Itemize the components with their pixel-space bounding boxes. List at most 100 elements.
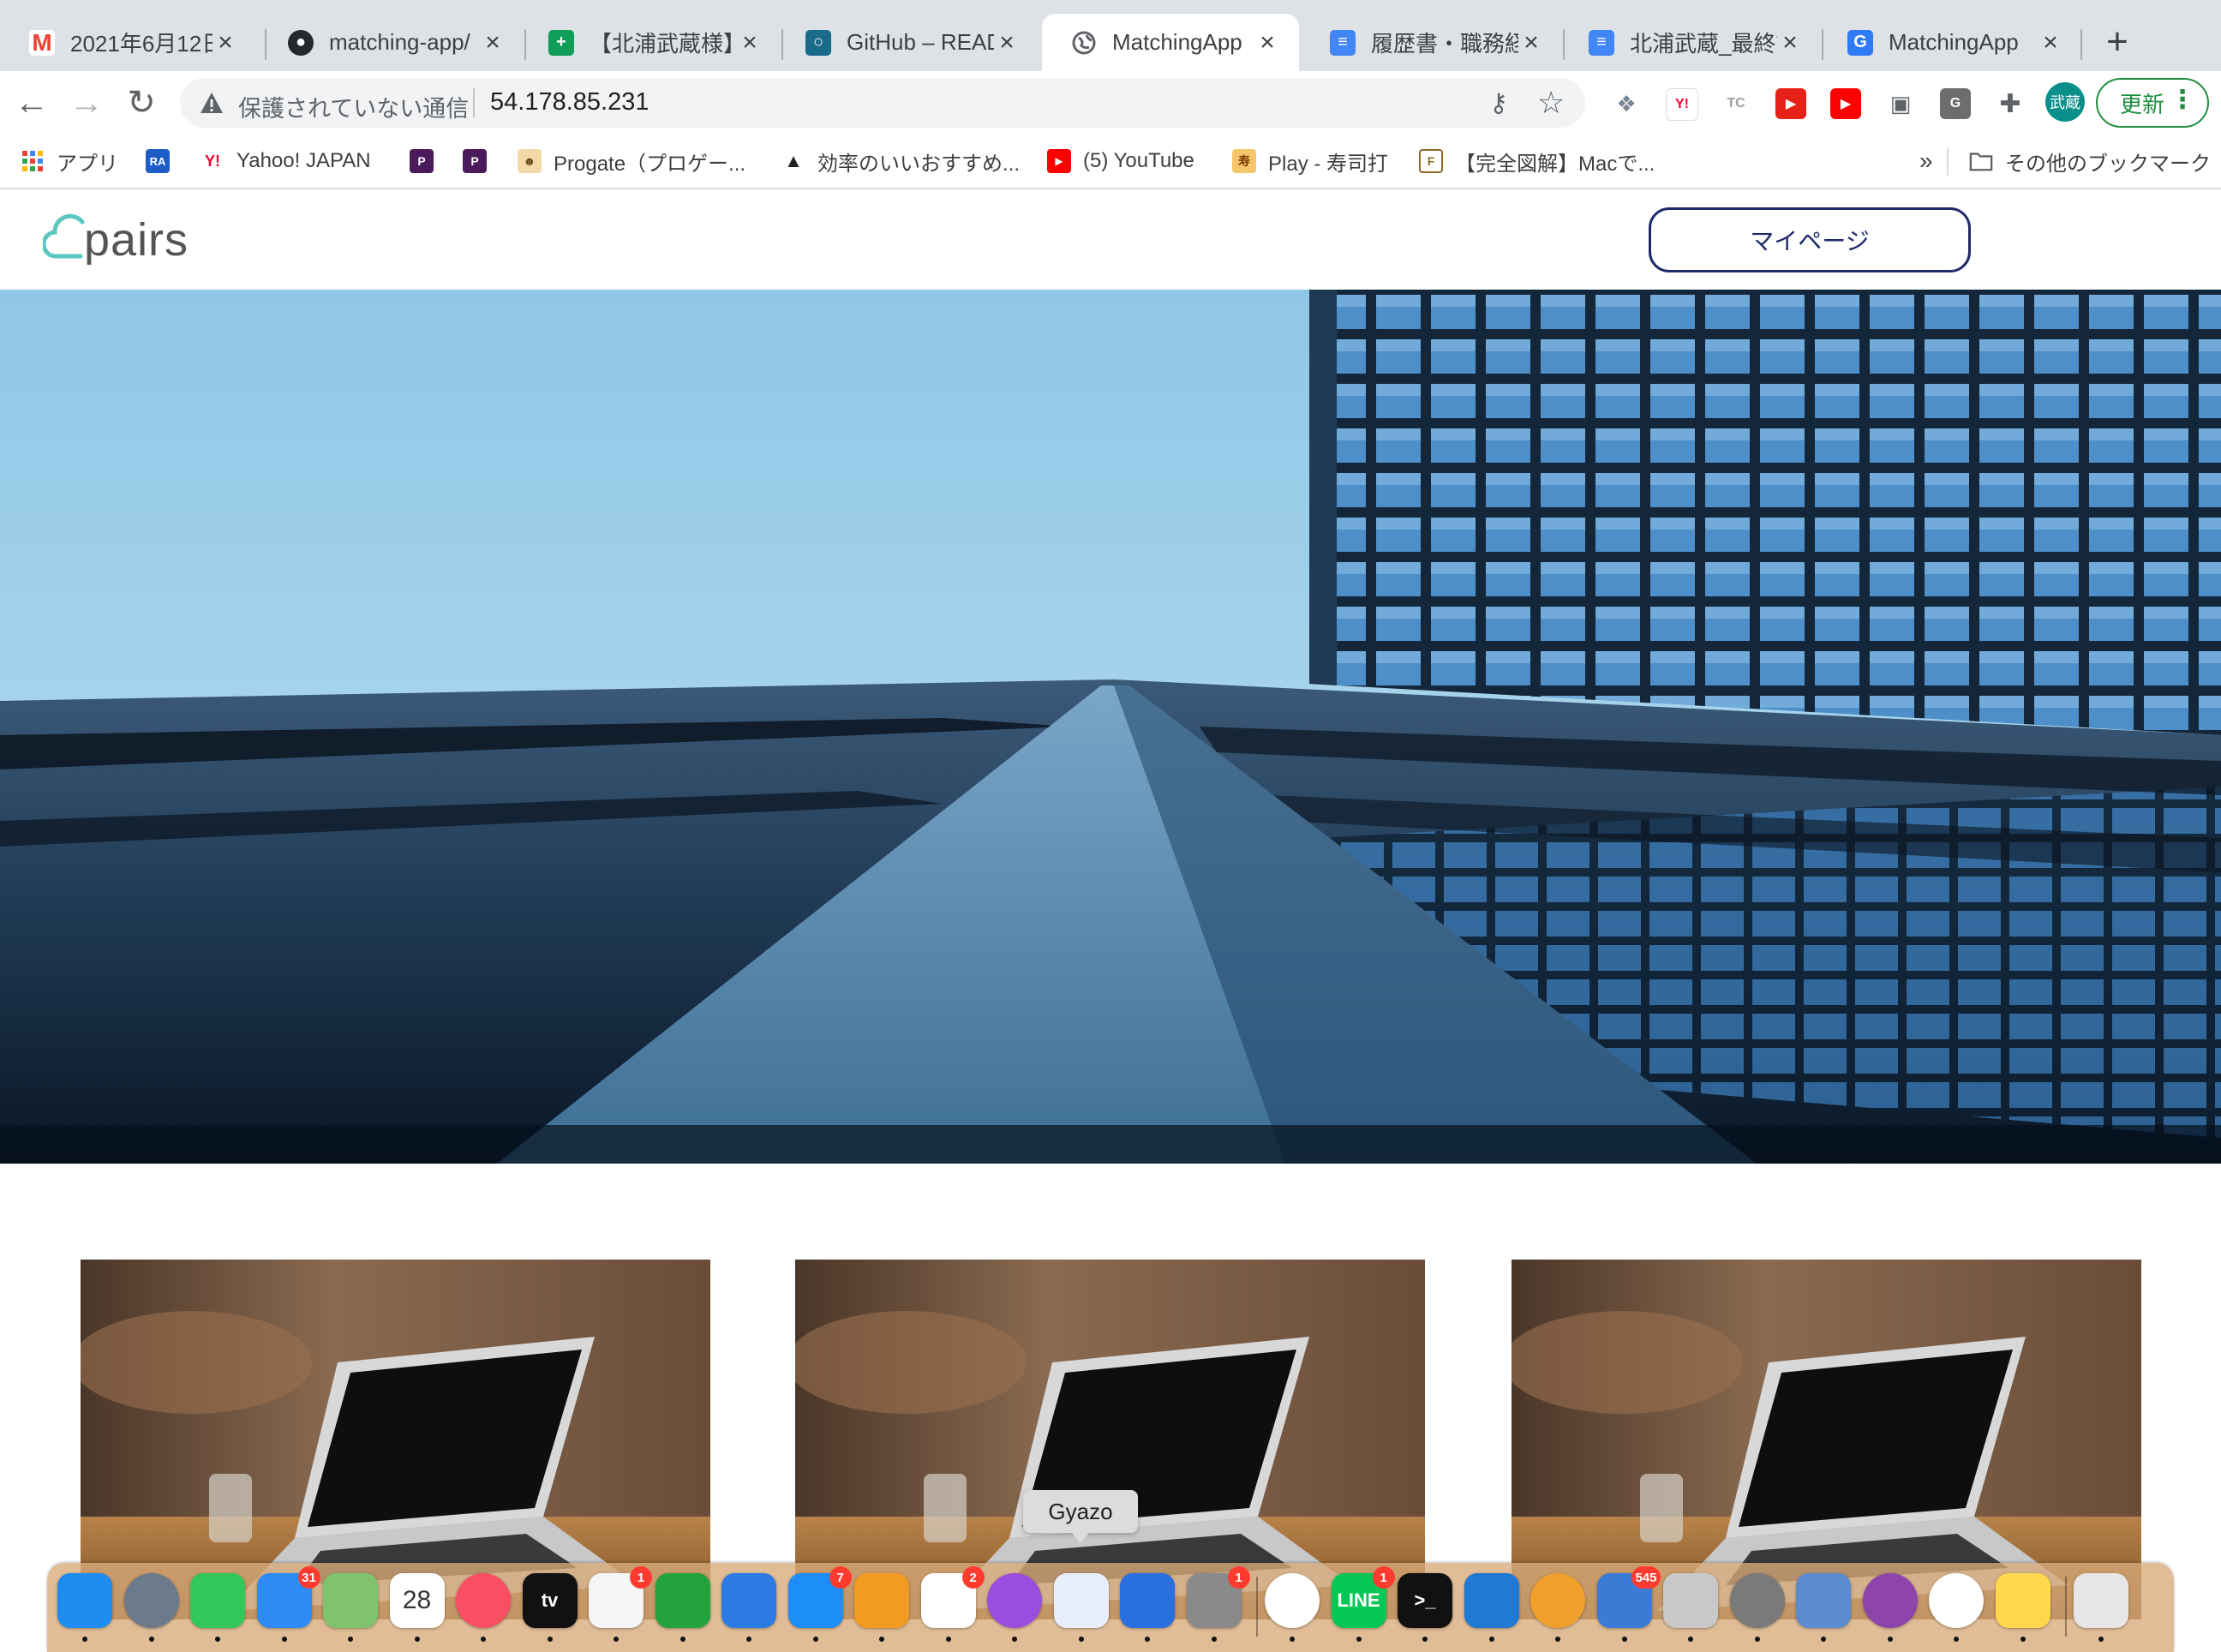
tableplus-icon[interactable]: [1729, 1573, 1785, 1628]
close-icon[interactable]: ×: [1777, 29, 1803, 56]
bookmark-mac-guide[interactable]: F 【完全図解】Macで...: [1419, 147, 1655, 176]
bookmark-progate[interactable]: ☻ Progate（プロゲー...: [518, 147, 745, 176]
back-button[interactable]: ←: [12, 83, 51, 123]
running-indicator: [82, 1637, 87, 1642]
pairs-logo[interactable]: pairs: [43, 206, 214, 266]
close-icon[interactable]: ×: [994, 29, 1020, 56]
reload-button[interactable]: ↻: [122, 83, 161, 123]
tab-matchingapp-gyazo[interactable]: G MatchingApp ×: [1818, 14, 2082, 71]
bookmark-sushida[interactable]: 寿 Play - 寿司打: [1232, 147, 1388, 176]
key-icon[interactable]: ⚷: [1489, 88, 1508, 118]
xcode-like-icon[interactable]: [1120, 1573, 1175, 1628]
trash-icon[interactable]: [2074, 1573, 2128, 1628]
running-indicator: [1488, 1637, 1494, 1642]
sequel-icon[interactable]: [1530, 1573, 1585, 1628]
close-icon[interactable]: ×: [1254, 29, 1280, 56]
close-icon[interactable]: ×: [737, 29, 763, 56]
hero-image: [0, 290, 2221, 1164]
bookmark-ra[interactable]: RA: [146, 147, 182, 176]
maps-icon[interactable]: [323, 1573, 378, 1628]
address-bar[interactable]: 保護されていない通信 54.178.85.231 ⚷ ☆: [180, 78, 1585, 128]
dock-separator: [2065, 1577, 2067, 1637]
more-vert-icon[interactable]: ⋮: [2170, 85, 2195, 115]
calendar-icon[interactable]: 28: [389, 1573, 445, 1628]
yahoo-icon: Y!: [205, 152, 220, 170]
terminal-icon[interactable]: >_: [1398, 1573, 1452, 1628]
vscode-icon[interactable]: [1464, 1573, 1519, 1628]
youtube-ext-icon[interactable]: ▶: [1775, 88, 1806, 119]
keynote-icon[interactable]: [721, 1573, 776, 1628]
app-store-icon[interactable]: 7: [787, 1566, 852, 1628]
slack-icon[interactable]: 2: [920, 1566, 985, 1628]
github-desktop-icon[interactable]: [1862, 1573, 1918, 1628]
reminders-icon[interactable]: 1: [589, 1566, 652, 1628]
apple-tv-icon[interactable]: tv: [522, 1573, 578, 1628]
close-icon[interactable]: ×: [1518, 29, 1544, 56]
running-indicator: [1211, 1637, 1217, 1642]
music-icon[interactable]: [456, 1573, 511, 1628]
tab-github[interactable]: ● matching-app/ ×: [259, 14, 524, 71]
warning-icon[interactable]: [199, 90, 224, 116]
bookmark-p2[interactable]: P: [463, 147, 499, 176]
url-text[interactable]: 54.178.85.231: [490, 88, 649, 117]
chrome-icon[interactable]: [1265, 1573, 1320, 1628]
bookmark-p1[interactable]: P: [410, 147, 446, 176]
tab-title: MatchingApp: [1889, 29, 2019, 55]
notification-badge: 1: [630, 1566, 652, 1589]
numbers-icon[interactable]: [655, 1573, 710, 1628]
keychain-icon[interactable]: [1663, 1573, 1718, 1628]
g-ext-icon[interactable]: G: [1940, 88, 1971, 119]
new-tab-button[interactable]: +: [2096, 22, 2139, 65]
youtube-ext-icon-2[interactable]: ▶: [1830, 88, 1861, 119]
profile-avatar[interactable]: 武蔵: [2045, 82, 2085, 122]
messages-icon[interactable]: 31: [256, 1566, 320, 1628]
tc-icon[interactable]: TC: [1721, 88, 1751, 119]
tab-docs-final[interactable]: ≡ 北浦武蔵_最終課 ×: [1559, 14, 1822, 71]
tab-sheets[interactable]: + 【北浦武蔵様】新 ×: [519, 14, 781, 71]
facetime-icon[interactable]: [190, 1573, 245, 1628]
yahoo-ext-icon[interactable]: Y!: [1666, 88, 1698, 121]
system-preferences-icon[interactable]: 1: [1186, 1566, 1250, 1628]
close-icon[interactable]: ×: [480, 29, 506, 56]
running-indicator: [1954, 1637, 1959, 1642]
cast-icon[interactable]: ▣: [1885, 88, 1916, 119]
dropbox-icon[interactable]: ❖: [1611, 88, 1642, 119]
security-label[interactable]: 保護されていない通信: [238, 90, 469, 123]
logo-text: pairs: [84, 214, 189, 266]
launchpad-icon[interactable]: [123, 1573, 179, 1628]
line-icon-text: LINE: [1337, 1589, 1380, 1611]
other-bookmarks[interactable]: その他のブックマーク: [1969, 147, 2211, 176]
running-indicator: [1821, 1637, 1826, 1642]
photos-icon[interactable]: [1929, 1573, 1984, 1628]
tab-gmail[interactable]: M 2021年6月12日 ×: [0, 14, 257, 71]
close-icon[interactable]: ×: [213, 29, 238, 56]
line-icon[interactable]: LINE 1: [1331, 1566, 1395, 1628]
finder-icon[interactable]: [57, 1573, 112, 1628]
preview-icon[interactable]: 545: [1596, 1566, 1661, 1628]
tab-matchingapp-active[interactable]: MatchingApp ×: [1042, 14, 1299, 71]
calendar-icon-text: 28: [402, 1586, 432, 1614]
forward-button[interactable]: →: [67, 83, 106, 123]
notification-badge: 31: [297, 1566, 320, 1589]
update-button[interactable]: 更新 ⋮: [2096, 78, 2209, 128]
notes-icon[interactable]: [1995, 1573, 2050, 1628]
screenshot-icon[interactable]: [1796, 1573, 1851, 1628]
bookmark-star-icon[interactable]: ☆: [1537, 85, 1565, 121]
tab-github-readme[interactable]: ○ GitHub – READ ×: [776, 14, 1039, 71]
mypage-button[interactable]: マイページ: [1649, 207, 1971, 272]
close-icon[interactable]: ×: [2038, 29, 2063, 56]
running-indicator: [1754, 1637, 1760, 1642]
tab-docs-resume[interactable]: ≡ 履歴書・職務経歴 ×: [1301, 14, 1563, 71]
podcasts-icon[interactable]: [987, 1573, 1042, 1628]
bookmarks-overflow-button[interactable]: »: [1919, 147, 1933, 176]
bookmark-yahoo[interactable]: Y! Yahoo! JAPAN: [201, 147, 371, 176]
gyazo-icon[interactable]: [1053, 1573, 1109, 1628]
running-indicator: [547, 1637, 553, 1642]
bookmark-youtube[interactable]: ▶ (5) YouTube: [1047, 147, 1194, 176]
bookmark-article[interactable]: ▲ 効率のいいおすすめ...: [781, 147, 1020, 176]
running-indicator: [1356, 1637, 1362, 1642]
pages-icon[interactable]: [854, 1573, 909, 1628]
puzzle-icon[interactable]: ✚: [1995, 88, 2026, 119]
terminal-icon-text: >_: [1414, 1589, 1436, 1611]
bookmark-apps[interactable]: アプリ: [21, 147, 118, 176]
